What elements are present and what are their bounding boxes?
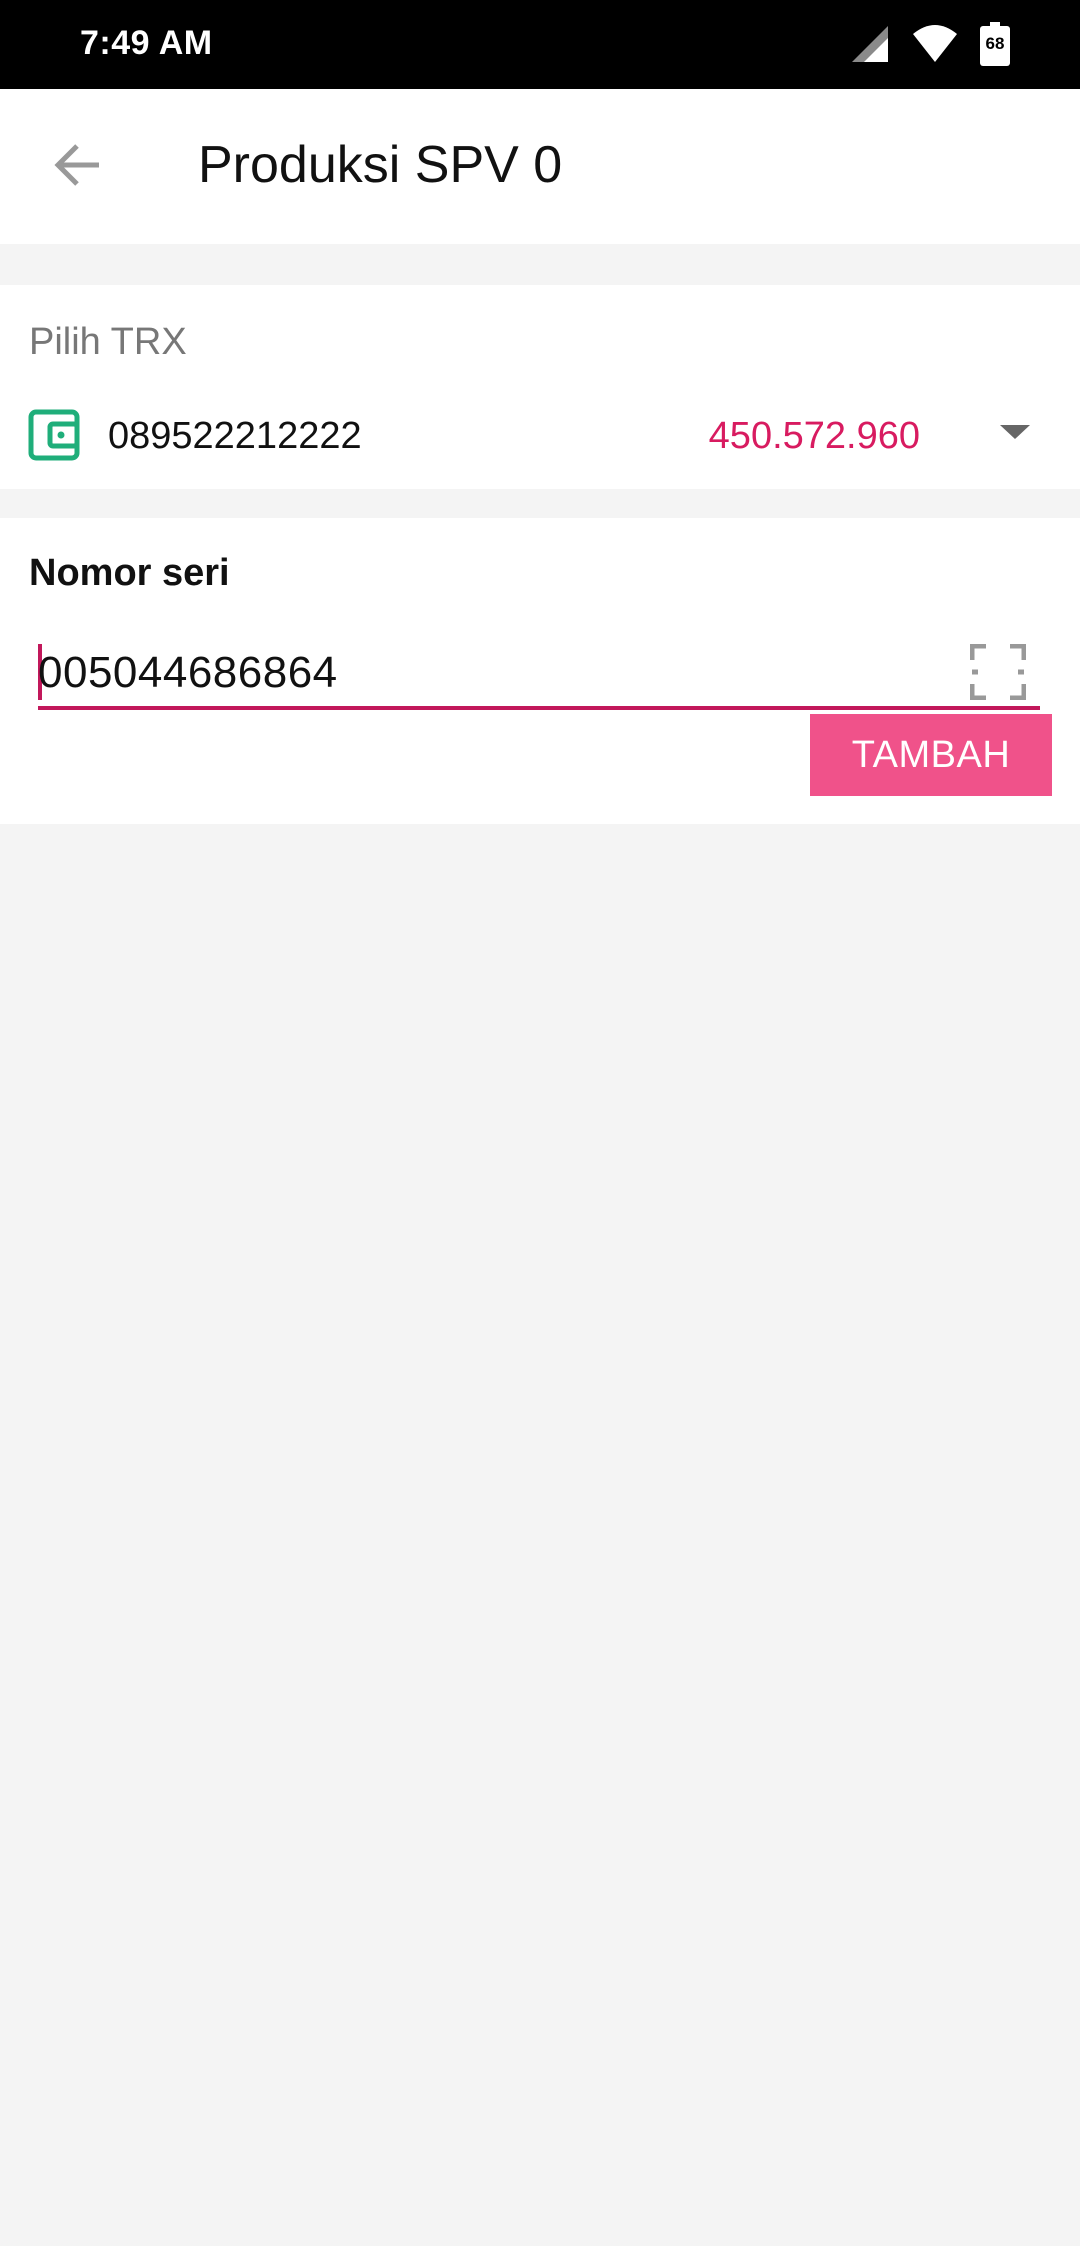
- arrow-back-icon: [54, 144, 99, 186]
- trx-label: Pilih TRX: [29, 321, 187, 363]
- status-bar: 7:49 AM 68: [0, 0, 1080, 89]
- wifi-icon: [912, 24, 958, 64]
- serial-label: Nomor seri: [29, 552, 230, 594]
- trx-card: Pilih TRX 089522212222 450.572.960: [0, 285, 1080, 489]
- add-button[interactable]: TAMBAH: [810, 714, 1052, 796]
- trx-selector[interactable]: 089522212222 450.572.960: [0, 397, 1080, 477]
- page-title: Produksi SPV 0: [198, 136, 563, 194]
- wallet-icon: [28, 409, 80, 461]
- scan-icon[interactable]: [970, 644, 1026, 700]
- signal-icon: [850, 24, 890, 64]
- serial-card: Nomor seri 005044686864 TAMBAH: [0, 518, 1080, 824]
- trx-number: 089522212222: [108, 415, 362, 457]
- back-button[interactable]: [38, 125, 118, 205]
- app-bar: Produksi SPV 0: [0, 89, 1080, 244]
- serial-number-input[interactable]: 005044686864: [38, 618, 1040, 710]
- serial-number-value[interactable]: 005044686864: [38, 648, 338, 698]
- battery-icon: 68: [980, 22, 1010, 66]
- battery-level: 68: [985, 34, 1005, 53]
- dropdown-arrow-icon[interactable]: [1000, 425, 1030, 439]
- status-time: 7:49 AM: [80, 24, 213, 62]
- status-icons: 68: [850, 22, 1010, 66]
- trx-balance: 450.572.960: [708, 415, 920, 457]
